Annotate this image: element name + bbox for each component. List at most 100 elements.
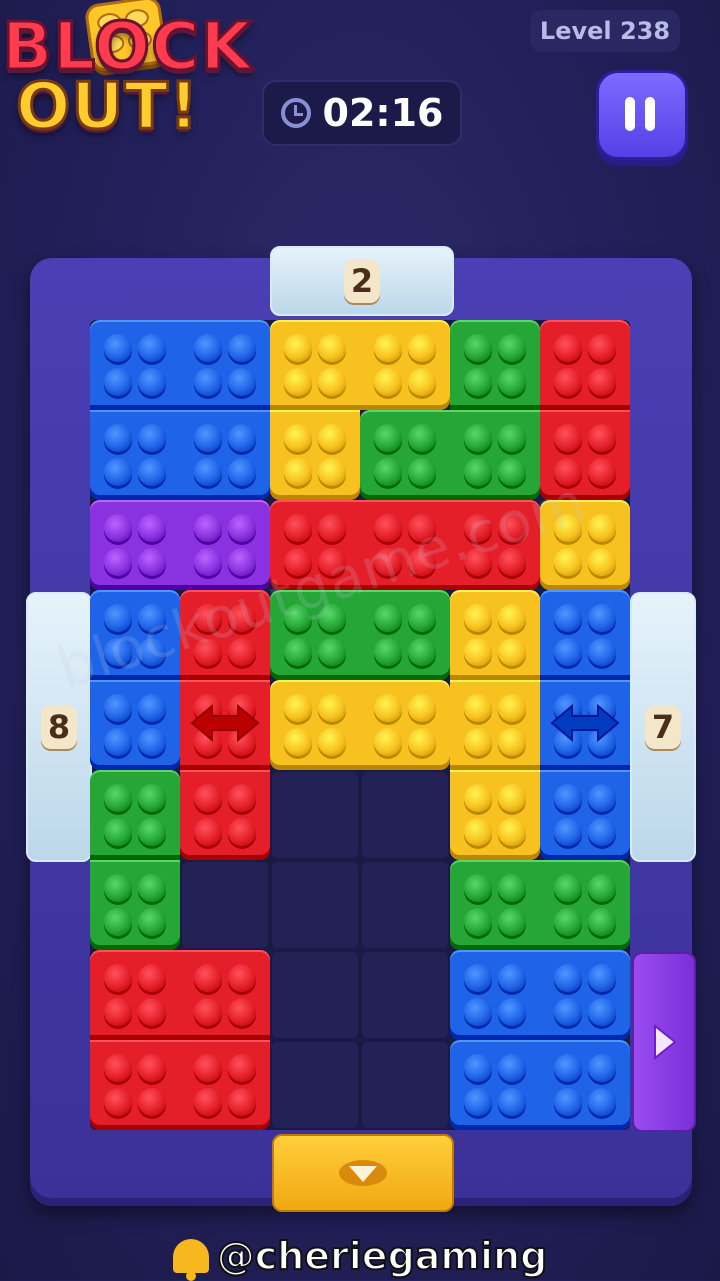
stud	[318, 368, 346, 396]
stud	[138, 1088, 166, 1116]
stud	[138, 874, 166, 902]
stud	[374, 604, 402, 632]
stud	[194, 818, 222, 846]
stud	[588, 998, 616, 1026]
green-block-cell[interactable]	[540, 860, 630, 950]
blue-block-cell[interactable]	[540, 1040, 630, 1130]
stud	[228, 998, 256, 1026]
stud	[408, 604, 436, 632]
stud	[104, 514, 132, 542]
clock-icon	[280, 98, 311, 128]
blue-block-cell[interactable]	[180, 410, 270, 500]
stud	[228, 424, 256, 452]
blue-block-cell[interactable]	[90, 320, 180, 410]
stud	[464, 694, 492, 722]
yellow-block-cell[interactable]	[270, 410, 360, 500]
blue-block-cell[interactable]	[180, 320, 270, 410]
blue-block-cell[interactable]	[90, 410, 180, 500]
stud	[228, 548, 256, 576]
red-block-cell[interactable]	[180, 770, 270, 860]
stud	[104, 1054, 132, 1082]
yellow-block-cell[interactable]	[360, 320, 450, 410]
stud	[498, 1054, 526, 1082]
stud	[318, 694, 346, 722]
stud	[464, 334, 492, 362]
green-block-cell[interactable]	[360, 590, 450, 680]
stud	[104, 368, 132, 396]
horizontal-arrows-icon	[188, 698, 262, 757]
red-block-cell[interactable]	[540, 320, 630, 410]
stud	[374, 694, 402, 722]
exit-gate-bottom	[272, 1134, 454, 1212]
timer: 02:16	[262, 80, 462, 146]
blue-block-cell[interactable]	[90, 680, 180, 770]
red-block-cell[interactable]	[180, 950, 270, 1040]
stud	[554, 548, 582, 576]
stud	[554, 1088, 582, 1116]
stud	[554, 604, 582, 632]
stud	[138, 784, 166, 812]
stud	[588, 874, 616, 902]
blue-block-cell[interactable]	[540, 590, 630, 680]
board-cell	[272, 952, 358, 1038]
yellow-block-cell[interactable]	[450, 680, 540, 770]
stud	[228, 784, 256, 812]
stud	[228, 1054, 256, 1082]
green-block-cell[interactable]	[450, 860, 540, 950]
stud	[588, 638, 616, 666]
blue-block-cell[interactable]	[540, 770, 630, 860]
red-block-cell[interactable]	[90, 1040, 180, 1130]
stud	[318, 424, 346, 452]
stud	[464, 368, 492, 396]
stud	[498, 908, 526, 936]
stud	[104, 424, 132, 452]
stud	[138, 334, 166, 362]
stud	[464, 998, 492, 1026]
blue-block-cell[interactable]	[450, 950, 540, 1040]
stud	[408, 458, 436, 486]
stud	[318, 638, 346, 666]
stud	[104, 784, 132, 812]
pause-button[interactable]	[596, 70, 688, 160]
green-block-cell[interactable]	[360, 410, 450, 500]
stud	[194, 368, 222, 396]
stud	[554, 1054, 582, 1082]
stud	[284, 728, 312, 756]
board-cell	[362, 772, 448, 858]
stud	[104, 694, 132, 722]
blue-block-cell[interactable]	[450, 1040, 540, 1130]
stud	[138, 514, 166, 542]
stud	[498, 728, 526, 756]
stud	[588, 964, 616, 992]
yellow-block-cell[interactable]	[270, 680, 360, 770]
stud	[374, 458, 402, 486]
stud	[228, 334, 256, 362]
stud	[464, 458, 492, 486]
stud	[374, 424, 402, 452]
red-block-cell[interactable]	[180, 1040, 270, 1130]
stud	[554, 784, 582, 812]
purple-block-cell[interactable]	[90, 500, 180, 590]
stud	[374, 728, 402, 756]
stud	[498, 818, 526, 846]
gate-counter-top: 2	[344, 259, 380, 303]
stud	[104, 1088, 132, 1116]
yellow-block-cell[interactable]	[450, 590, 540, 680]
board-cell	[362, 1042, 448, 1128]
red-block-cell[interactable]	[90, 950, 180, 1040]
yellow-block-cell[interactable]	[450, 770, 540, 860]
stud	[554, 908, 582, 936]
stud	[228, 964, 256, 992]
stud	[138, 548, 166, 576]
timer-value: 02:16	[322, 91, 444, 135]
yellow-block-cell[interactable]	[270, 320, 360, 410]
stud	[374, 334, 402, 362]
stud	[498, 998, 526, 1026]
stud	[554, 368, 582, 396]
stud	[194, 334, 222, 362]
green-block-cell[interactable]	[90, 770, 180, 860]
blue-block-cell[interactable]	[540, 950, 630, 1040]
yellow-block-cell[interactable]	[360, 680, 450, 770]
green-block-cell[interactable]	[90, 860, 180, 950]
green-block-cell[interactable]	[450, 320, 540, 410]
